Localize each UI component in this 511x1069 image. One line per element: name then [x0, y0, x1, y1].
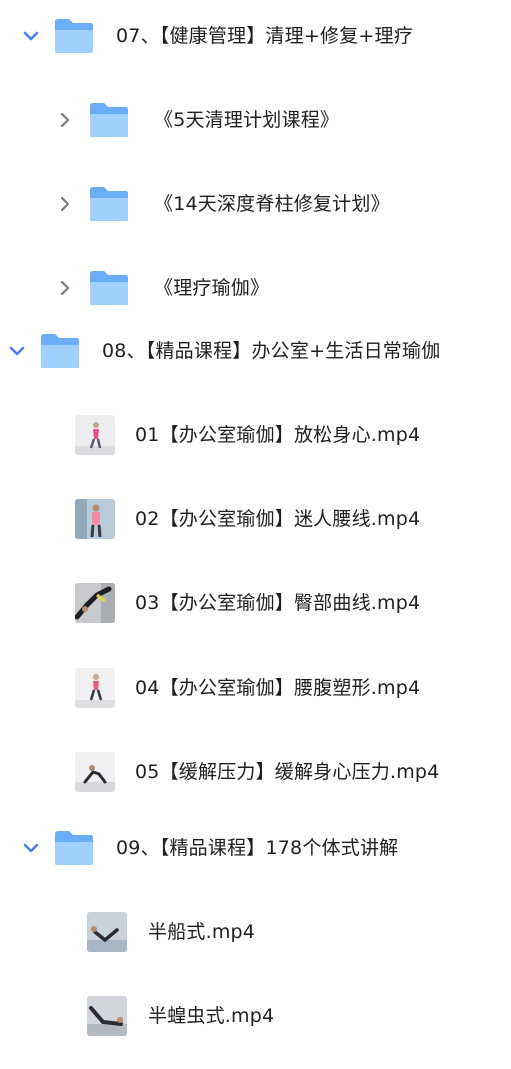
tree-item-label: 02【办公室瑜伽】迷人腰线.mp4 [135, 508, 421, 530]
video-thumbnail-icon [75, 752, 115, 792]
chevron-right-icon[interactable] [54, 109, 76, 131]
folder-icon [54, 830, 94, 866]
tree-item-label: 01【办公室瑜伽】放松身心.mp4 [135, 424, 421, 446]
tree-item-folder-therapy-yoga[interactable]: 《理疗瑜伽》 [0, 258, 511, 318]
tree-item-label: 08、【精品课程】办公室+生活日常瑜伽 [102, 340, 441, 362]
chevron-right-icon[interactable] [54, 277, 76, 299]
tree-item-folder-07[interactable]: 07、【健康管理】清理+修复+理疗 [0, 6, 511, 66]
chevron-down-icon[interactable] [6, 340, 28, 362]
tree-item-label: 半蝗虫式.mp4 [148, 1005, 275, 1027]
tree-item-label: 05【缓解压力】缓解身心压力.mp4 [135, 761, 440, 783]
tree-item-folder-09[interactable]: 09、【精品课程】178个体式讲解 [0, 818, 511, 878]
tree-item-folder-08[interactable]: 08、【精品课程】办公室+生活日常瑜伽 [0, 321, 511, 381]
tree-item-video-04[interactable]: 04【办公室瑜伽】腰腹塑形.mp4 [0, 658, 511, 718]
folder-icon [89, 102, 129, 138]
tree-item-label: 半船式.mp4 [148, 921, 256, 943]
tree-item-label: 03【办公室瑜伽】臀部曲线.mp4 [135, 592, 421, 614]
folder-icon [89, 186, 129, 222]
tree-item-video-half-boat[interactable]: 半船式.mp4 [0, 902, 511, 962]
tree-item-label: 《5天清理计划课程》 [154, 109, 340, 131]
video-thumbnail-icon [75, 668, 115, 708]
tree-item-label: 《14天深度脊柱修复计划》 [154, 193, 390, 215]
tree-item-label: 04【办公室瑜伽】腰腹塑形.mp4 [135, 677, 421, 699]
chevron-right-icon[interactable] [54, 193, 76, 215]
tree-item-video-03[interactable]: 03【办公室瑜伽】臀部曲线.mp4 [0, 573, 511, 633]
video-thumbnail-icon [75, 415, 115, 455]
video-thumbnail-icon [75, 583, 115, 623]
video-thumbnail-icon [75, 499, 115, 539]
tree-item-folder-14day[interactable]: 《14天深度脊柱修复计划》 [0, 174, 511, 234]
tree-item-video-02[interactable]: 02【办公室瑜伽】迷人腰线.mp4 [0, 489, 511, 549]
tree-item-video-01[interactable]: 01【办公室瑜伽】放松身心.mp4 [0, 405, 511, 465]
tree-item-video-05[interactable]: 05【缓解压力】缓解身心压力.mp4 [0, 742, 511, 802]
video-thumbnail-icon [87, 912, 127, 952]
video-thumbnail-icon [87, 996, 127, 1036]
folder-icon [89, 270, 129, 306]
tree-item-video-half-locust[interactable]: 半蝗虫式.mp4 [0, 986, 511, 1046]
tree-item-label: 《理疗瑜伽》 [154, 277, 270, 299]
folder-icon [40, 333, 80, 369]
tree-item-label: 09、【精品课程】178个体式讲解 [116, 837, 399, 859]
tree-item-label: 07、【健康管理】清理+修复+理疗 [116, 25, 413, 47]
chevron-down-icon[interactable] [20, 25, 42, 47]
chevron-down-icon[interactable] [20, 837, 42, 859]
folder-icon [54, 18, 94, 54]
tree-item-folder-5day[interactable]: 《5天清理计划课程》 [0, 90, 511, 150]
